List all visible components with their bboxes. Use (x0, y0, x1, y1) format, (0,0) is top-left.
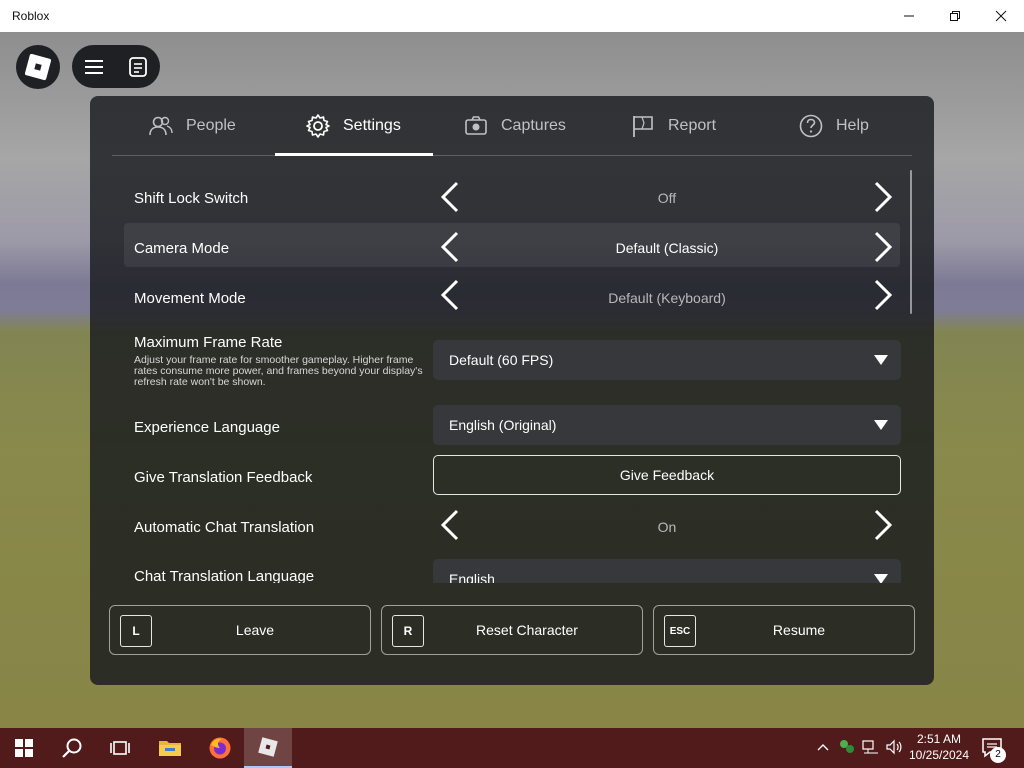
setting-row-chat-translation-language: Chat Translation Language English (112, 554, 902, 583)
clock-time: 2:51 AM (916, 732, 962, 746)
setting-label: Movement Mode (134, 290, 246, 307)
network-share-icon[interactable] (838, 738, 856, 756)
notification-count-badge: 2 (990, 747, 1006, 763)
chat-translation-language-dropdown[interactable]: English (433, 559, 901, 583)
settings-scrollbar[interactable] (910, 170, 912, 314)
volume-icon[interactable] (885, 738, 903, 756)
firefox-button[interactable] (196, 728, 244, 768)
restore-icon (950, 11, 960, 21)
frame-rate-dropdown[interactable]: Default (60 FPS) (433, 340, 901, 380)
shift-lock-next-button[interactable] (870, 180, 896, 214)
resume-button[interactable]: ESC Resume (653, 605, 915, 655)
resume-button-label: Resume (772, 622, 826, 638)
setting-label: Camera Mode (134, 240, 230, 257)
active-tab-indicator (275, 153, 433, 156)
reset-character-button-label: Reset Character (476, 622, 578, 638)
dropdown-caret-icon (874, 355, 888, 365)
window-titlebar: Roblox (0, 0, 1024, 32)
roblox-app-icon (258, 737, 278, 757)
hamburger-menu-icon[interactable] (83, 56, 105, 78)
setting-row-experience-language: Experience Language English (Original) (112, 404, 902, 454)
chevron-right-icon (874, 509, 893, 541)
setting-label: Shift Lock Switch (134, 190, 249, 207)
search-button[interactable] (48, 728, 96, 768)
chevron-right-icon (874, 181, 893, 213)
top-bar-pill (72, 45, 160, 88)
dropdown-caret-icon (874, 420, 888, 430)
setting-label: Give Translation Feedback (134, 469, 313, 486)
gear-icon (306, 114, 330, 138)
auto-translation-next-button[interactable] (870, 508, 896, 542)
tray-overflow-chevron-icon[interactable] (814, 738, 832, 756)
dropdown-value: English (449, 571, 495, 583)
setting-row-camera-mode: Camera Mode Default (Classic) (112, 222, 902, 272)
task-view-button[interactable] (96, 728, 144, 768)
setting-row-movement-mode: Movement Mode Default (Keyboard) (112, 272, 902, 322)
tab-help-label: Help (836, 117, 869, 134)
task-view-icon (110, 741, 130, 755)
minimize-button[interactable] (886, 0, 932, 32)
leave-button[interactable]: L Leave (109, 605, 371, 655)
folder-icon (159, 741, 181, 756)
start-button[interactable] (0, 728, 48, 768)
help-icon (799, 114, 823, 138)
setting-value: On (657, 519, 677, 535)
tab-captures[interactable]: Captures (463, 96, 566, 156)
taskbar-clock[interactable]: 2:51 AM 10/25/2024 (906, 731, 972, 763)
setting-row-translation-feedback: Give Translation Feedback Give Feedback (112, 454, 902, 504)
camera-icon (465, 116, 487, 135)
setting-label: Experience Language (134, 419, 280, 436)
setting-row-auto-chat-translation: Automatic Chat Translation On (112, 504, 902, 554)
setting-row-max-frame-rate: Maximum Frame Rate Adjust your frame rat… (112, 322, 902, 394)
tab-captures-label: Captures (501, 117, 566, 134)
roblox-logo-icon (24, 53, 52, 81)
tab-report[interactable]: Report (630, 96, 716, 156)
tab-people-label: People (186, 117, 236, 134)
setting-value: Off (657, 190, 677, 206)
minimize-icon (904, 15, 914, 17)
tab-help[interactable]: Help (798, 96, 869, 156)
leave-button-label: Leave (235, 622, 275, 638)
tab-report-label: Report (668, 117, 717, 134)
settings-list: Shift Lock Switch Off Camera Mode Defaul… (112, 166, 912, 583)
tab-people[interactable]: People (148, 96, 236, 156)
dropdown-value: English (Original) (449, 417, 557, 433)
setting-label: Automatic Chat Translation (134, 519, 315, 536)
clock-date: 10/25/2024 (908, 748, 970, 762)
restore-button[interactable] (932, 0, 978, 32)
setting-value: Default (Keyboard) (608, 290, 726, 306)
camera-mode-next-button[interactable] (870, 230, 896, 264)
chevron-right-icon (874, 231, 893, 263)
tab-bar: People Settings Captures Report Help (112, 96, 912, 156)
movement-mode-next-button[interactable] (870, 278, 896, 312)
chevron-right-icon (874, 279, 893, 311)
setting-description: Adjust your frame rate for smoother game… (134, 354, 423, 388)
tab-settings[interactable]: Settings (305, 96, 401, 156)
setting-label: Chat Translation Language (134, 568, 315, 583)
flag-icon (633, 116, 653, 137)
windows-taskbar: 2:51 AM 10/25/2024 2 (0, 728, 1024, 768)
roblox-taskbar-button[interactable] (244, 728, 292, 768)
settings-panel: People Settings Captures Report Help Shi… (90, 96, 934, 685)
chat-icon[interactable] (127, 56, 149, 78)
close-icon (995, 10, 1007, 22)
setting-value: Default (Classic) (615, 240, 719, 256)
tab-settings-label: Settings (343, 117, 401, 134)
experience-language-dropdown[interactable]: English (Original) (433, 405, 901, 445)
firefox-icon (209, 737, 231, 759)
dropdown-value: Default (60 FPS) (449, 352, 554, 368)
window-title: Roblox (12, 9, 50, 23)
search-icon (62, 738, 82, 758)
close-button[interactable] (978, 0, 1024, 32)
give-feedback-button[interactable]: Give Feedback (433, 455, 901, 495)
roblox-menu-button[interactable] (16, 45, 60, 89)
dropdown-caret-icon (874, 574, 888, 583)
network-icon[interactable] (862, 738, 880, 756)
file-explorer-button[interactable] (146, 728, 194, 768)
windows-logo-icon (15, 739, 33, 757)
people-icon (149, 116, 173, 136)
setting-label: Maximum Frame Rate (134, 334, 283, 351)
reset-character-button[interactable]: R Reset Character (381, 605, 643, 655)
setting-row-shift-lock: Shift Lock Switch Off (112, 166, 902, 222)
